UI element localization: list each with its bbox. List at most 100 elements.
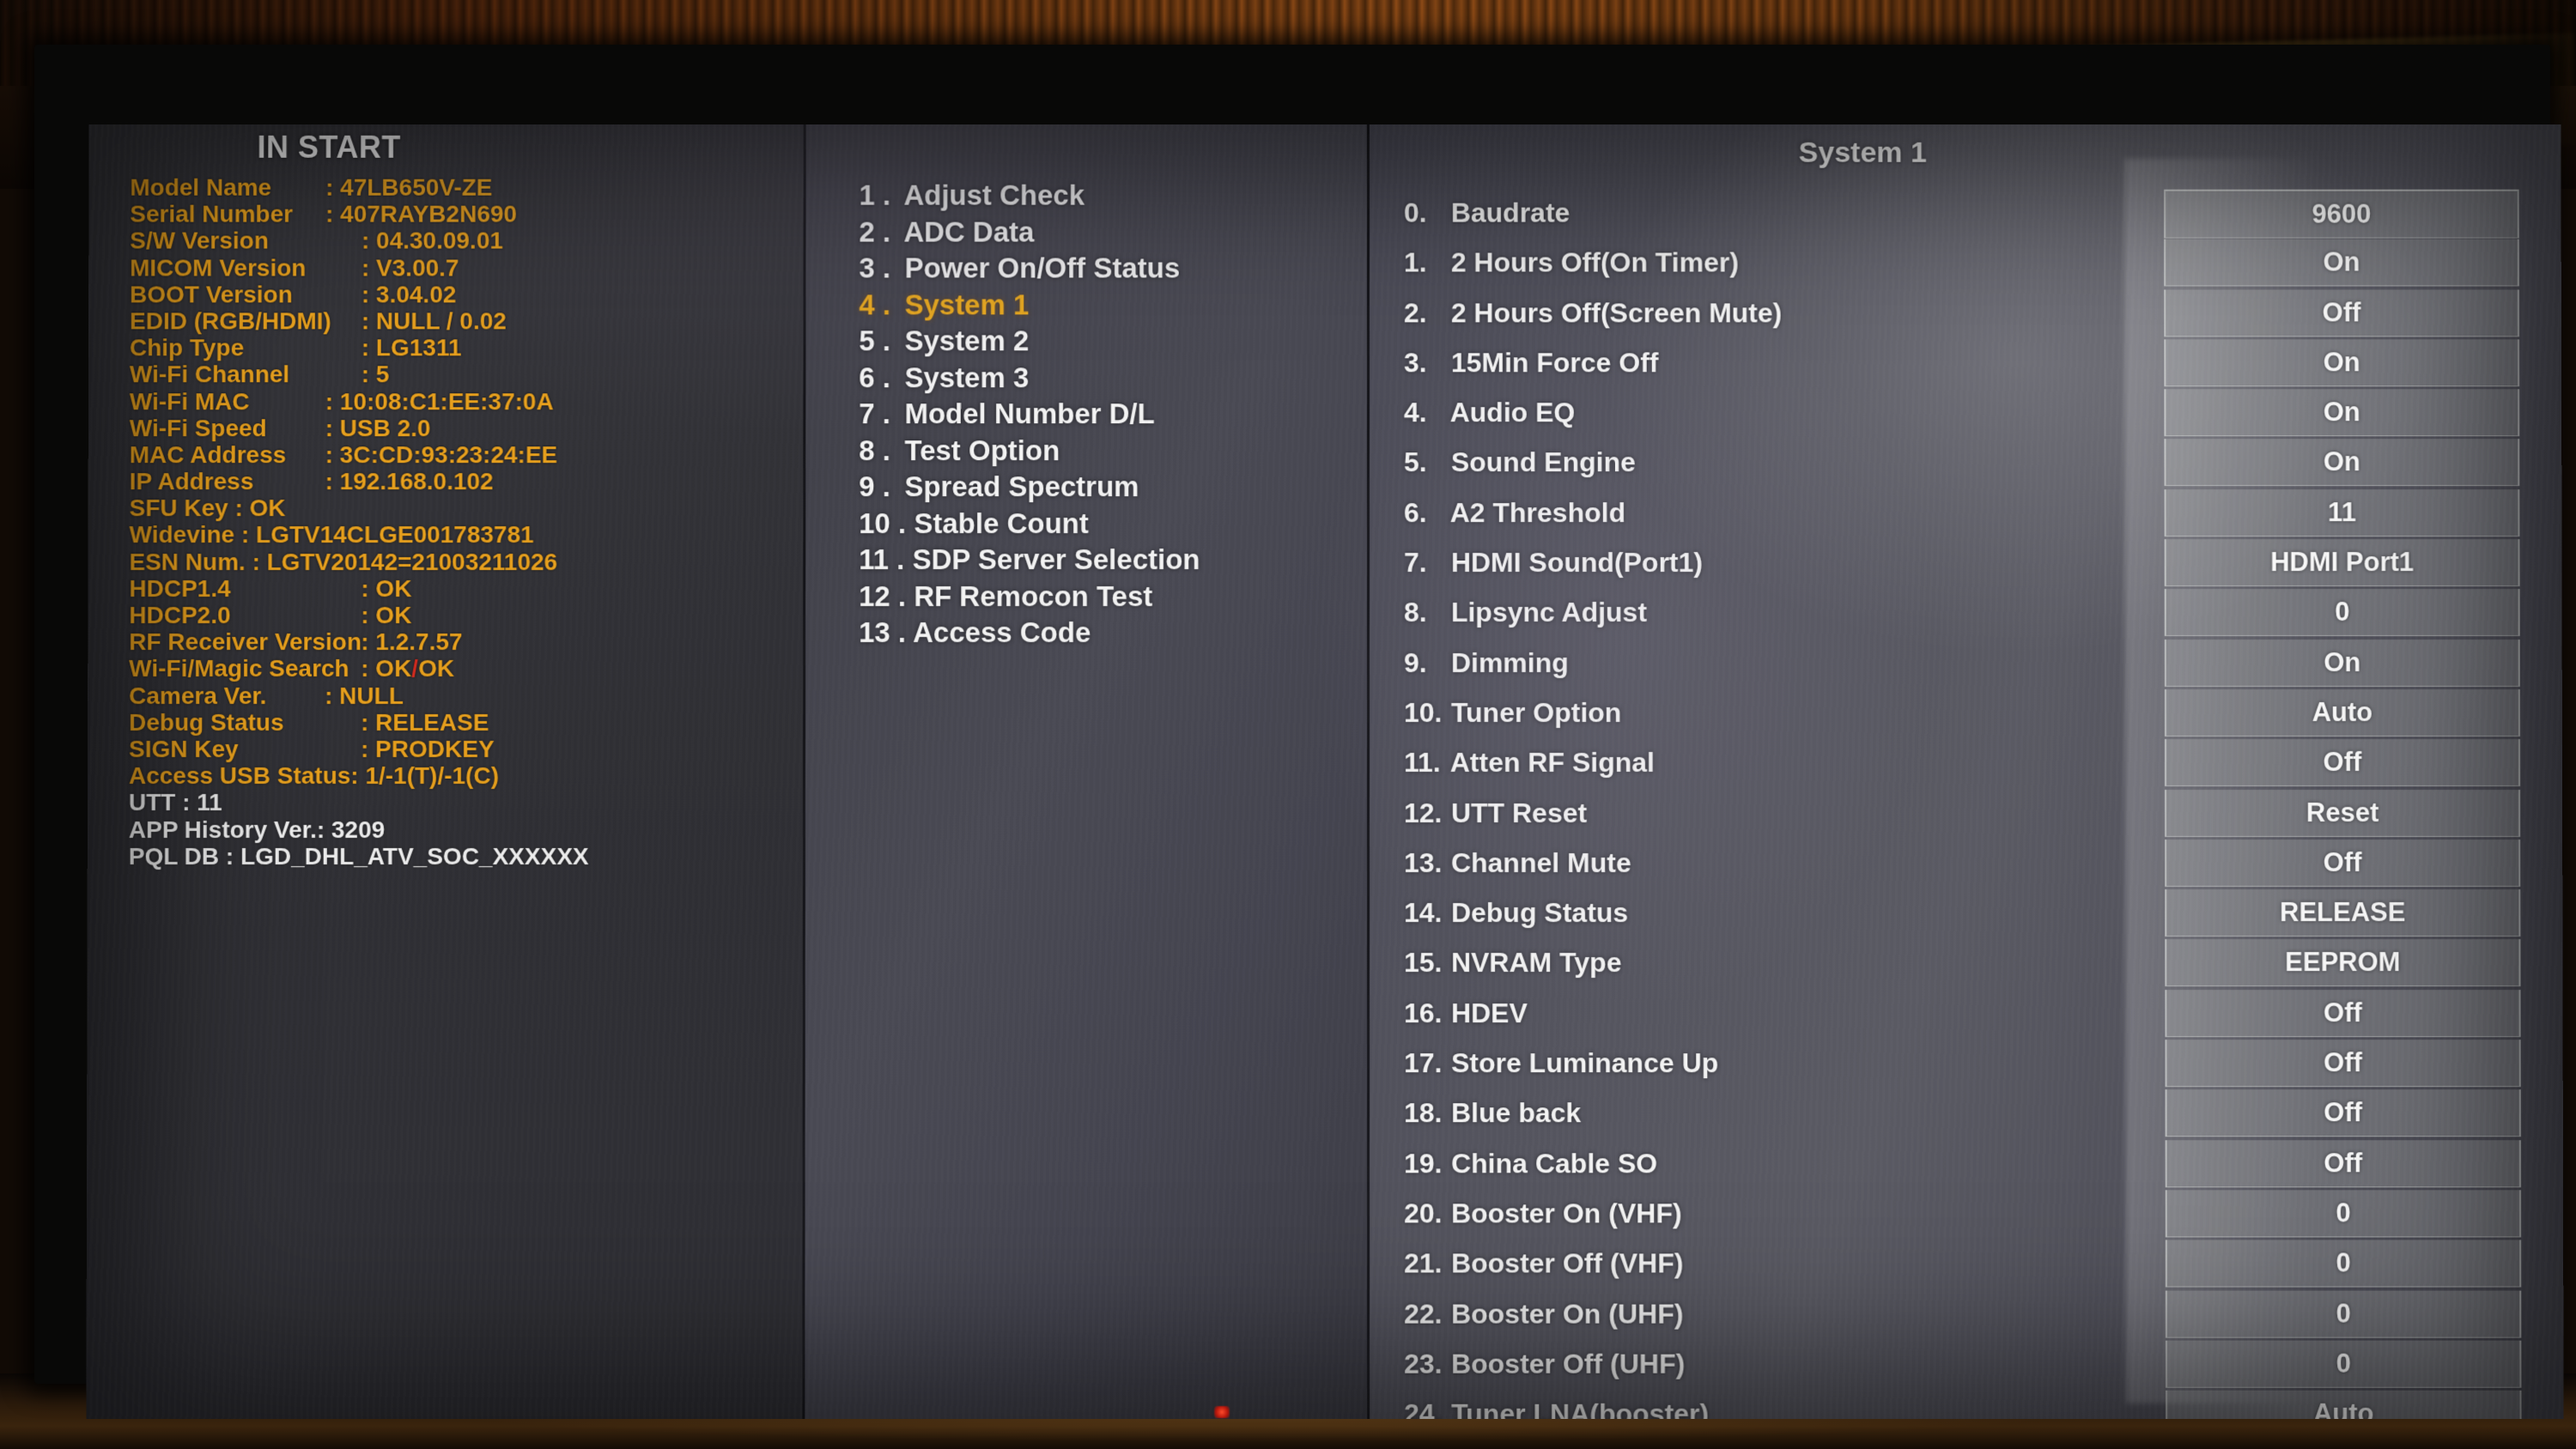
system1-setting-value[interactable]: 9600 — [2164, 189, 2519, 239]
info-row: RF Receiver Version: 1.2.7.57 — [129, 628, 799, 655]
system1-setting-row[interactable]: 24. Tuner LNA(booster) Auto — [1404, 1389, 2556, 1419]
info-row: S/W Version: 04.30.09.01 — [130, 227, 799, 254]
system1-setting-row[interactable]: 2. 2 Hours Off(Screen Mute) Off — [1404, 288, 2554, 337]
info-row: Wi-Fi Channel: 5 — [130, 361, 799, 388]
system1-setting-row[interactable]: 15. NVRAM Type EEPROM — [1404, 938, 2555, 988]
system1-setting-row[interactable]: 1. 2 Hours Off(On Timer) On — [1404, 238, 2554, 288]
info-row-value: : PRODKEY — [361, 735, 495, 762]
info-row: Debug Status: RELEASE — [129, 709, 799, 736]
system1-setting-row[interactable]: 18. Blue back Off — [1404, 1088, 2555, 1138]
system1-setting-row[interactable]: 3. 15Min Force Off On — [1404, 337, 2554, 387]
system1-setting-value[interactable]: On — [2164, 389, 2520, 437]
system1-setting-row[interactable]: 8. Lipsync Adjust 0 — [1404, 587, 2555, 637]
info-row: Wi-Fi/Magic Search: OK/OK — [129, 655, 799, 682]
system1-setting-number: 3. — [1403, 347, 1427, 379]
system1-setting-name: Lipsync Adjust — [1443, 597, 1647, 628]
system1-setting-value[interactable]: Off — [2165, 839, 2521, 887]
system1-setting-label: 20. Booster On (VHF) — [1404, 1188, 1682, 1238]
system1-setting-row[interactable]: 4. Audio EQ On — [1404, 387, 2554, 437]
service-menu-item-label: Access Code — [906, 616, 1091, 649]
service-menu-item[interactable]: 7 . Model Number D/L — [859, 396, 1200, 432]
info-row: Wi-Fi Speed: USB 2.0 — [130, 415, 799, 441]
system1-setting-number: 11. — [1403, 747, 1441, 779]
system1-setting-row[interactable]: 21. Booster Off (VHF) 0 — [1404, 1239, 2555, 1288]
service-menu-item[interactable]: 10 . Stable Count — [859, 506, 1200, 542]
service-menu-item-selected[interactable]: 4 . System 1 — [859, 287, 1200, 323]
service-menu-item[interactable]: 6 . System 3 — [859, 360, 1200, 396]
system1-setting-value[interactable]: RELEASE — [2165, 889, 2521, 937]
system1-setting-row[interactable]: 9. Dimming On — [1404, 638, 2555, 688]
system1-setting-value[interactable]: Off — [2165, 1139, 2521, 1187]
info-row-value: : 04.30.09.01 — [361, 227, 503, 254]
system1-setting-label: 5. Sound Engine — [1404, 438, 1636, 488]
system1-setting-value[interactable]: 0 — [2164, 589, 2520, 637]
info-row-label: HDCP2.0 — [129, 602, 231, 629]
system1-setting-value[interactable]: 0 — [2165, 1290, 2522, 1338]
system1-setting-row[interactable]: 11. Atten RF Signal Off — [1404, 737, 2555, 787]
system1-setting-row[interactable]: 10. Tuner Option Auto — [1404, 688, 2555, 737]
system1-settings-panel: System 1 0. Baudrate 9600 1. 2 Hours Off(O… — [1369, 124, 2564, 1419]
system1-setting-value[interactable]: On — [2164, 239, 2519, 287]
system1-setting-number: 8. — [1403, 597, 1427, 628]
system1-setting-name: Atten RF Signal — [1443, 747, 1655, 779]
system1-setting-row[interactable]: 23. Booster Off (UHF) 0 — [1404, 1338, 2555, 1388]
system1-setting-value[interactable]: Auto — [2164, 688, 2520, 737]
system1-setting-number: 2. — [1403, 297, 1427, 328]
system1-setting-label: 15. NVRAM Type — [1404, 938, 1622, 988]
system1-setting-label: 21. Booster Off (VHF) — [1404, 1239, 1683, 1288]
system1-setting-name: 2 Hours Off(On Timer) — [1443, 246, 1739, 278]
service-menu-item-label: Power On/Off Status — [896, 252, 1181, 284]
system1-setting-value[interactable]: Reset — [2165, 789, 2521, 837]
service-menu-item[interactable]: 12 . RF Remocon Test — [859, 579, 1200, 615]
tv-bezel: IN START Model Name: 47LB650V-ZE Serial N… — [34, 45, 2564, 1419]
service-menu-item[interactable]: 2 . ADC Data — [859, 214, 1200, 250]
system1-setting-value[interactable]: On — [2164, 439, 2520, 487]
system1-setting-row[interactable]: 5. Sound Engine On — [1404, 438, 2554, 488]
system1-setting-row[interactable]: 17. Store Luminance Up Off — [1404, 1038, 2555, 1088]
system1-setting-value[interactable]: 0 — [2165, 1240, 2522, 1288]
system1-setting-row[interactable]: 20. Booster On (VHF) 0 — [1404, 1188, 2555, 1238]
info-row-label: Camera Ver. — [129, 682, 267, 709]
service-menu-list[interactable]: 1 . Adjust Check 2 . ADC Data 3 . Power On… — [859, 178, 1200, 652]
system1-setting-value[interactable]: HDMI Port1 — [2164, 539, 2520, 587]
system1-setting-name: 2 Hours Off(Screen Mute) — [1443, 297, 1783, 328]
system1-setting-value[interactable]: On — [2164, 339, 2520, 387]
system1-setting-row[interactable]: 12. UTT Reset Reset — [1404, 788, 2555, 838]
system1-setting-value[interactable]: On — [2164, 639, 2520, 687]
system1-setting-row[interactable]: 14. Debug Status RELEASE — [1404, 888, 2555, 937]
system1-setting-row[interactable]: 0. Baudrate 9600 — [1404, 188, 2554, 239]
service-menu-item[interactable]: 3 . Power On/Off Status — [859, 251, 1200, 287]
system1-setting-value[interactable]: Off — [2165, 1040, 2521, 1088]
system1-setting-row[interactable]: 16. HDEV Off — [1404, 988, 2555, 1038]
service-menu-item-number: 3 . — [859, 252, 891, 284]
system1-setting-value[interactable]: 0 — [2165, 1190, 2522, 1238]
system1-settings-list[interactable]: 0. Baudrate 9600 1. 2 Hours Off(On Timer) O… — [1404, 188, 2556, 1419]
system1-setting-row[interactable]: 7. HDMI Sound(Port1) HDMI Port1 — [1404, 537, 2555, 587]
system1-setting-value[interactable]: 0 — [2165, 1340, 2522, 1388]
service-menu-item[interactable]: 1 . Adjust Check — [860, 178, 1200, 214]
system1-setting-value[interactable]: Off — [2164, 289, 2519, 336]
system1-setting-value[interactable]: Auto — [2166, 1390, 2522, 1419]
system1-setting-value[interactable]: 11 — [2164, 488, 2520, 537]
system1-setting-value[interactable]: Off — [2165, 989, 2521, 1037]
service-menu-item[interactable]: 9 . Spread Spectrum — [859, 469, 1200, 505]
service-menu-item-label: RF Remocon Test — [906, 579, 1153, 612]
info-row-value: : OK/OK — [361, 655, 455, 682]
service-menu-item[interactable]: 8 . Test Option — [859, 433, 1200, 469]
system1-setting-number: 17. — [1404, 1047, 1443, 1079]
system1-setting-label: 7. HDMI Sound(Port1) — [1404, 537, 1703, 587]
info-row-value: : OK — [361, 602, 412, 629]
system1-setting-value[interactable]: Off — [2165, 1089, 2521, 1137]
system1-setting-value[interactable]: Off — [2164, 739, 2521, 787]
system1-setting-row[interactable]: 6. A2 Threshold 11 — [1404, 488, 2554, 537]
system1-setting-value[interactable]: EEPROM — [2165, 939, 2521, 987]
info-row-value: : V3.00.7 — [361, 254, 459, 282]
system1-setting-label: 12. UTT Reset — [1404, 788, 1587, 838]
service-menu-item[interactable]: 5 . System 2 — [859, 323, 1200, 359]
system1-setting-row[interactable]: 22. Booster On (UHF) 0 — [1404, 1288, 2555, 1338]
system1-setting-label: 16. HDEV — [1404, 988, 1528, 1038]
system1-setting-row[interactable]: 19. China Cable SO Off — [1404, 1138, 2555, 1188]
system1-setting-row[interactable]: 13. Channel Mute Off — [1404, 838, 2555, 888]
service-menu-item[interactable]: 13 . Access Code — [859, 615, 1200, 651]
service-menu-item[interactable]: 11 . SDP Server Selection — [859, 542, 1200, 578]
